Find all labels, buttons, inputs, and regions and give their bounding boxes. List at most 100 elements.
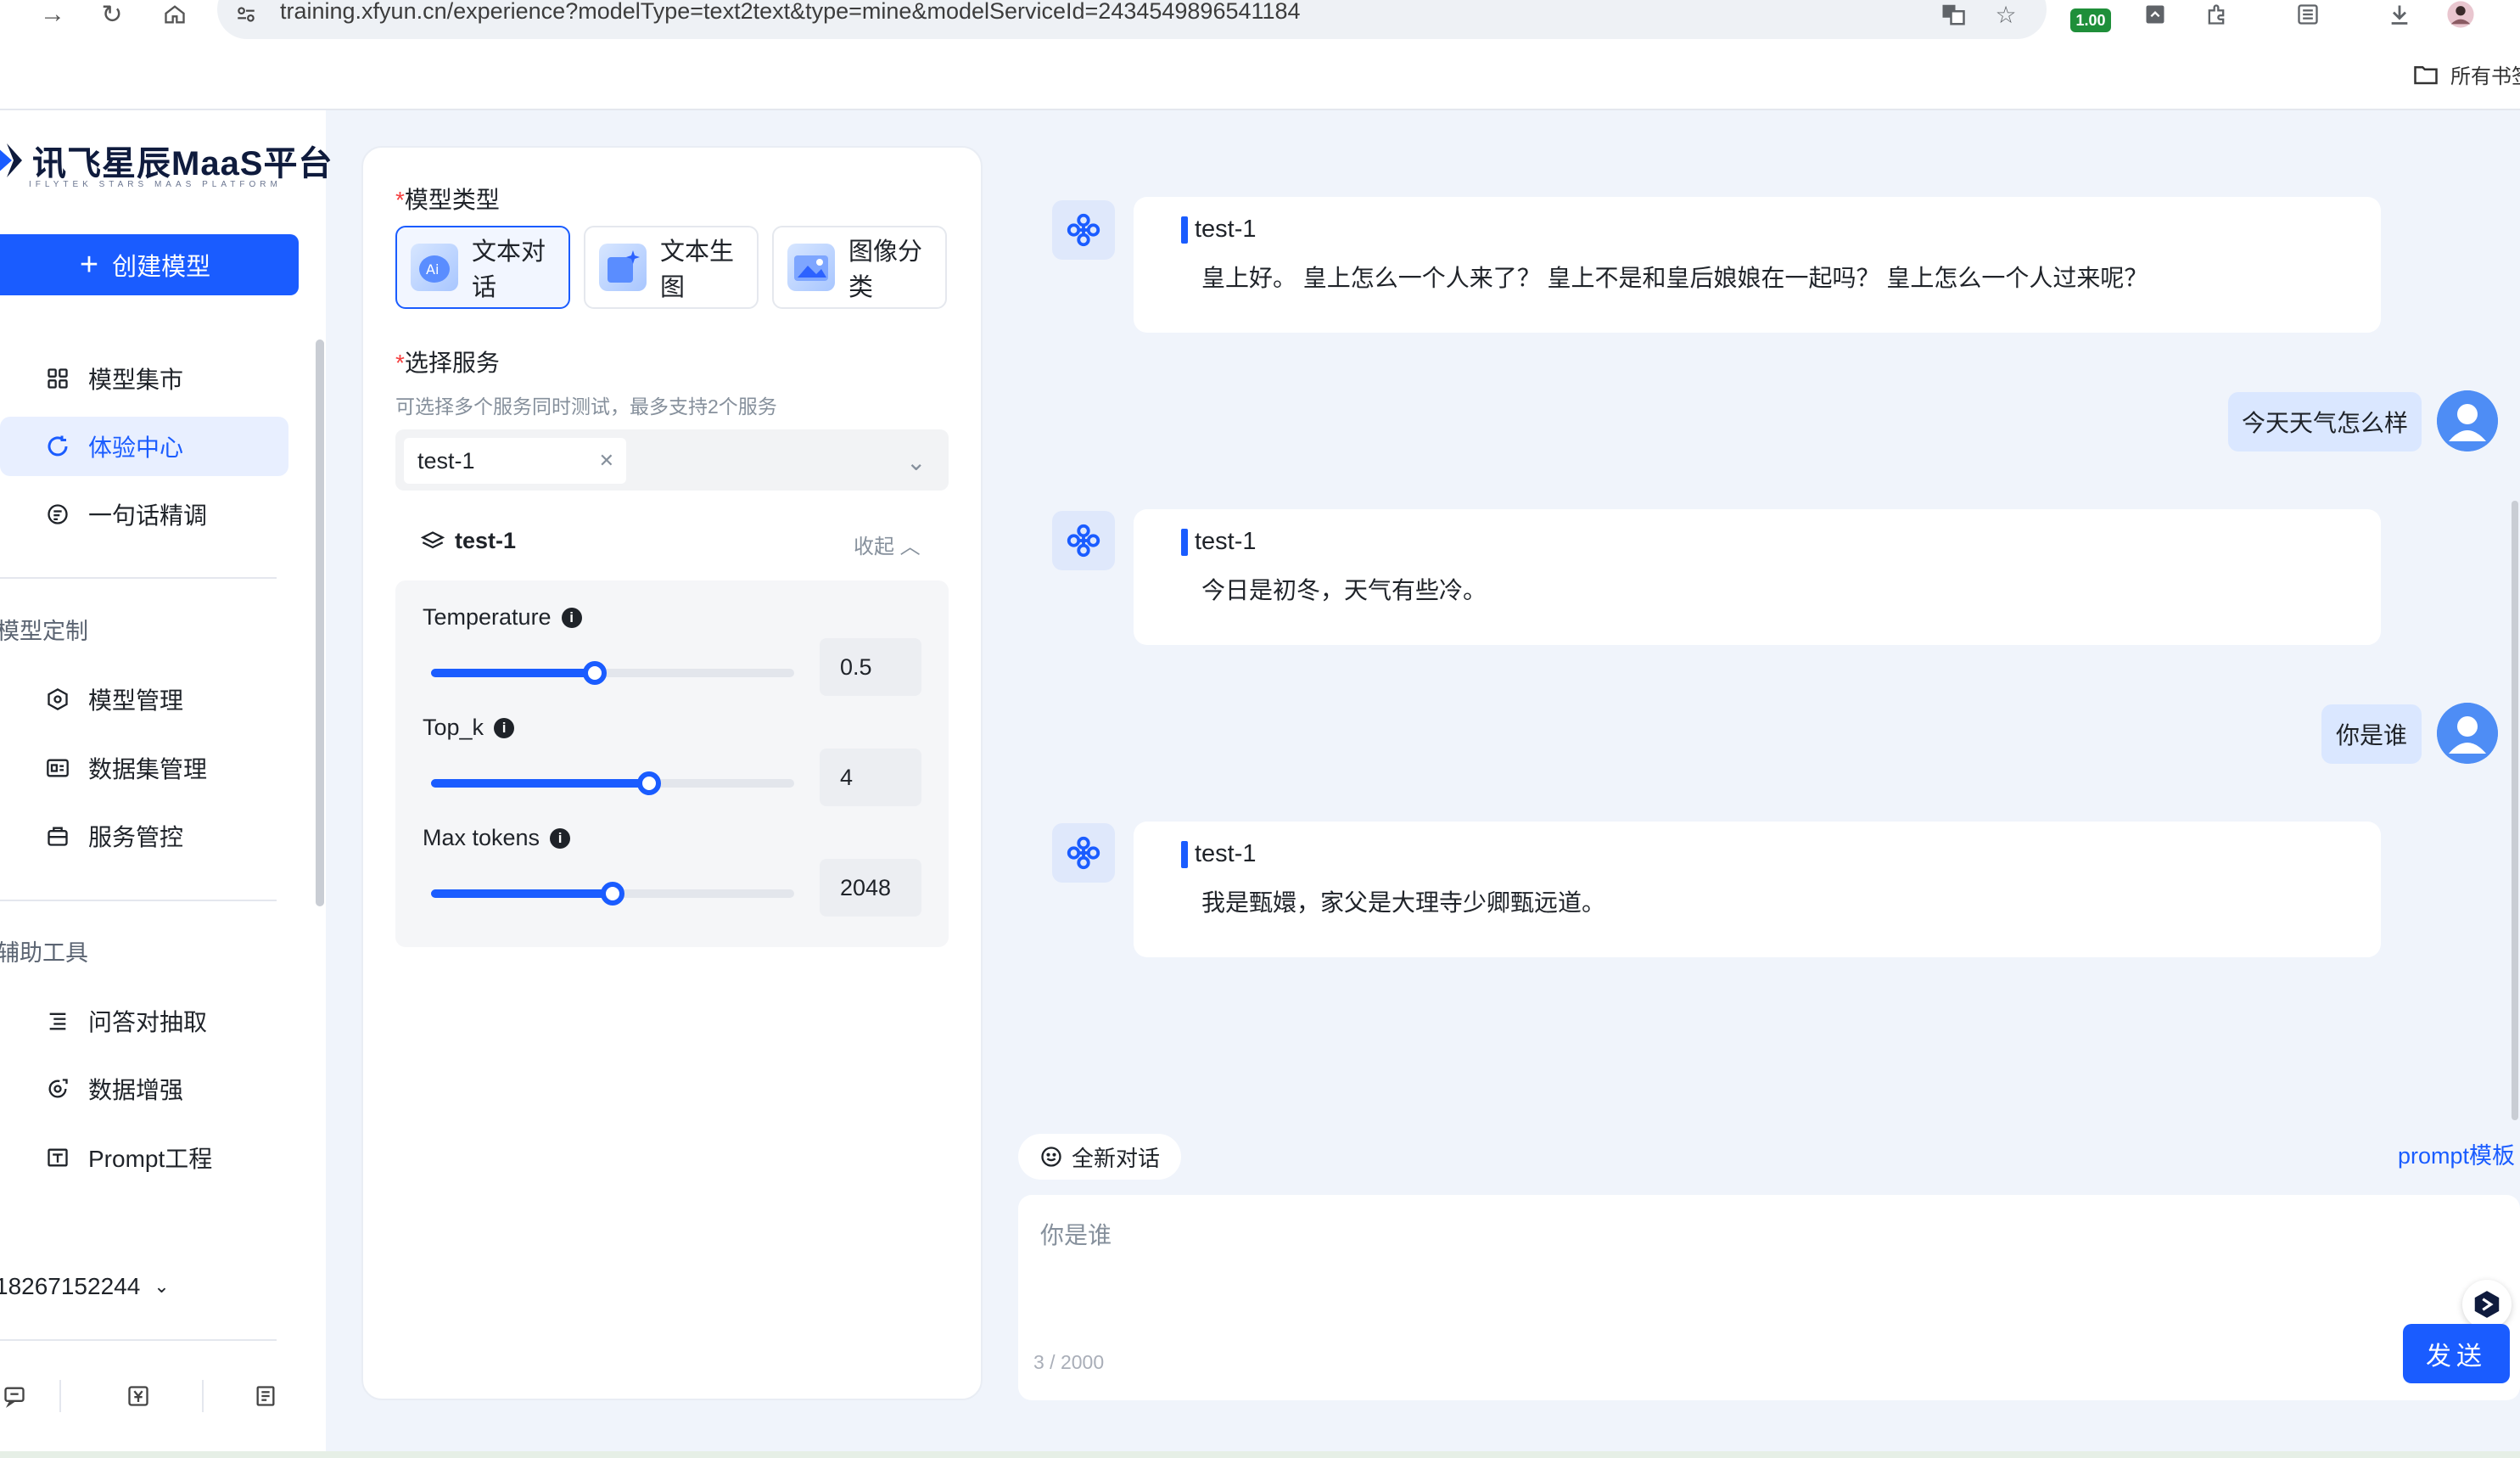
info-icon[interactable]: i (550, 827, 571, 849)
chat-scrollbar[interactable] (2512, 501, 2518, 1120)
top-k-value[interactable]: 4 (820, 749, 921, 806)
home-icon[interactable] (158, 0, 192, 29)
param-group-title: test-1 (421, 528, 516, 554)
model-type-image-classification[interactable]: 图像分类 (772, 226, 947, 309)
billing-icon[interactable] (124, 1382, 153, 1410)
feedback-icon[interactable] (0, 1382, 29, 1410)
temperature-slider[interactable] (431, 661, 794, 685)
bot-message-text: 皇上好。 皇上怎么一个人来了？ 皇上不是和皇后娘娘在一起吗？ 皇上怎么一个人过来… (1201, 265, 2148, 291)
bookmarks-folder[interactable]: 所有书签 (2413, 59, 2520, 89)
account-id: 18267152244 (0, 1273, 141, 1299)
sidebar-item-one-sentence-tuning[interactable]: 一句话精调 (0, 485, 288, 544)
param-label-temperature: Temperature i (423, 604, 582, 631)
info-icon[interactable]: i (561, 607, 582, 628)
slider-handle[interactable] (637, 771, 661, 795)
image-class-icon (787, 244, 835, 291)
sidebar-item-prompt-engineering[interactable]: Prompt工程 (0, 1128, 288, 1187)
bot-avatar (1052, 511, 1115, 570)
sidebar-item-data-augmentation[interactable]: 数据增强 (0, 1059, 288, 1119)
document-icon[interactable] (251, 1382, 280, 1410)
slider-fill (431, 779, 649, 788)
sidebar-divider (0, 900, 277, 901)
dataset-icon (44, 754, 71, 782)
bot-name-text: test-1 (1195, 528, 1257, 555)
sidebar-item-label: 模型管理 (88, 687, 184, 714)
prompt-template-link[interactable]: prompt模板 (2398, 1137, 2515, 1170)
create-model-label: 创建模型 (112, 254, 211, 281)
puzzle-icon[interactable] (2199, 0, 2233, 29)
max-tokens-slider[interactable] (431, 882, 794, 906)
sidebar-item-model-market[interactable]: 模型集市 (0, 349, 288, 408)
reload-icon[interactable]: ↻ (95, 0, 129, 29)
sidebar-divider (0, 1339, 277, 1341)
info-icon[interactable]: i (494, 717, 515, 738)
bot-name-text: test-1 (1195, 840, 1257, 867)
service-label-text: 选择服务 (404, 350, 500, 376)
create-model-button[interactable]: + 创建模型 (0, 234, 299, 295)
url-text[interactable]: training.xfyun.cn/experience?modelType=t… (280, 0, 1301, 25)
bot-logo-icon (1067, 213, 1100, 247)
list-icon (44, 1007, 71, 1035)
sidebar-item-experience-center[interactable]: 体验中心 (0, 417, 288, 476)
user-avatar (2437, 703, 2498, 764)
chat-bubble-icon: Ai (411, 244, 458, 291)
collapse-button[interactable]: 收起 ︿ (854, 530, 921, 559)
slider-handle[interactable] (601, 882, 624, 906)
param-name: Temperature (423, 604, 552, 630)
sidebar-item-model-management[interactable]: 模型管理 (0, 670, 288, 729)
site-info-icon[interactable] (229, 0, 263, 29)
sidebar-section-model-custom: 模型定制 (0, 619, 88, 644)
send-button[interactable]: 发送 (2403, 1324, 2510, 1383)
sidebar-item-service-control[interactable]: 服务管控 (0, 806, 288, 866)
briefcase-icon (44, 822, 71, 850)
chevron-up-icon: ︿ (899, 536, 921, 558)
collapse-label: 收起 (854, 536, 894, 558)
service-tag[interactable]: test-1 ✕ (404, 438, 626, 484)
sidebar-item-label: 数据增强 (88, 1077, 184, 1103)
model-type-text-chat[interactable]: Ai 文本对话 (395, 226, 570, 309)
accent-bar (1181, 840, 1188, 868)
sidebar-item-label: 体验中心 (88, 435, 184, 461)
bot-name-text: test-1 (1195, 216, 1257, 243)
top-k-slider[interactable] (431, 771, 794, 795)
reading-list-icon[interactable] (2291, 0, 2325, 29)
bot-avatar (1052, 200, 1115, 260)
profile-avatar-icon[interactable] (2444, 0, 2478, 29)
model-type-label: 文本生图 (660, 238, 735, 301)
temperature-value[interactable]: 0.5 (820, 638, 921, 696)
sidebar-item-label: 数据集管理 (88, 756, 208, 782)
sidebar-item-label: 一句话精调 (88, 502, 208, 529)
message-input[interactable] (1040, 1208, 2313, 1259)
sidebar-item-label: 服务管控 (88, 824, 184, 850)
account-selector[interactable]: 18267152244 ⌄ (0, 1273, 170, 1300)
sidebar-item-dataset-management[interactable]: 数据集管理 (0, 738, 288, 798)
assistant-float-button[interactable] (2462, 1280, 2512, 1329)
platform-logo[interactable]: 讯飞星辰MaaS平台 IFLYTEK STARS MAAS PLATFORM (0, 136, 333, 189)
translate-icon[interactable] (1936, 0, 1970, 29)
download-icon[interactable] (2383, 0, 2416, 29)
new-chat-button[interactable]: 全新对话 (1018, 1134, 1181, 1180)
sidebar-scrollbar[interactable] (316, 339, 324, 906)
sidebar-item-label: Prompt工程 (88, 1146, 213, 1172)
slider-handle[interactable] (583, 661, 607, 685)
bot-message-text: 我是甄嬛，家父是大理寺少卿甄远道。 (1201, 889, 1606, 916)
max-tokens-value[interactable]: 2048 (820, 859, 921, 917)
bottom-separator (202, 1380, 204, 1412)
param-label-max-tokens: Max tokens i (423, 825, 571, 851)
chevron-down-icon[interactable]: ⌄ (906, 448, 926, 476)
sidebar-item-label: 问答对抽取 (88, 1009, 208, 1035)
zoom-badge[interactable]: 1.00 (2070, 8, 2111, 32)
tuning-icon (44, 501, 71, 528)
model-type-text-to-image[interactable]: 文本生图 (584, 226, 759, 309)
star-icon[interactable]: ☆ (1989, 0, 2023, 29)
model-type-label: 文本对话 (472, 238, 546, 301)
plus-icon: + (79, 247, 99, 283)
forward-icon[interactable]: → (36, 0, 70, 29)
page-bottom-edge (0, 1451, 2520, 1458)
extension-icon[interactable] (2138, 0, 2172, 29)
service-hint: 可选择多个服务同时测试，最多支持2个服务 (395, 395, 777, 418)
sidebar-item-qa-extraction[interactable]: 问答对抽取 (0, 991, 288, 1051)
close-icon[interactable]: ✕ (599, 450, 614, 472)
model-type-label: *模型类型 (395, 187, 500, 213)
bookmarks-folder-label: 所有书签 (2450, 65, 2520, 88)
